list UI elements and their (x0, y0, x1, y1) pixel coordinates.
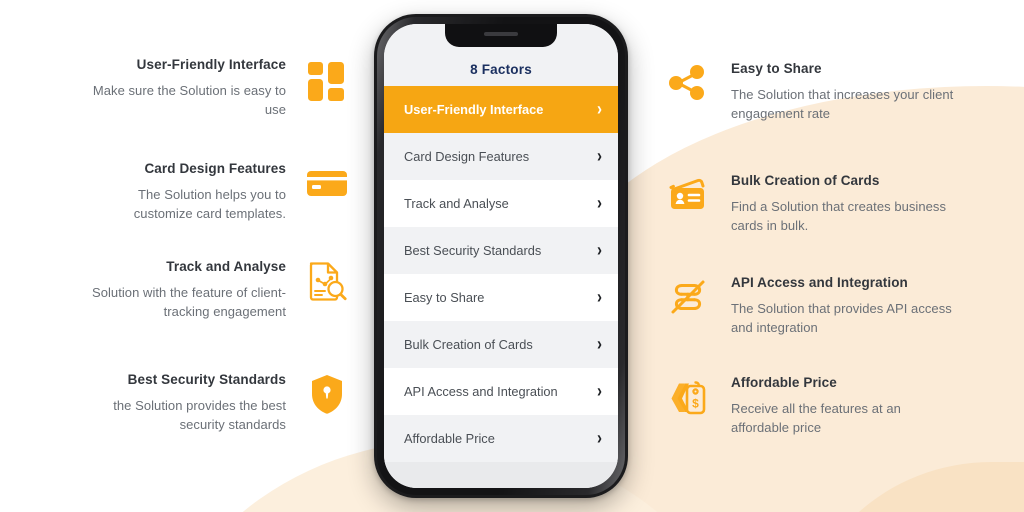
feature-text: Easy to Share The Solution that increase… (731, 60, 961, 123)
right-feature-column: Easy to Share The Solution that increase… (665, 0, 965, 512)
feature-description: the Solution provides the best security … (113, 398, 286, 432)
feature-description: The Solution that provides API access an… (731, 301, 952, 335)
feature-title: Best Security Standards (127, 372, 286, 387)
chevron-right-icon: › (597, 427, 602, 450)
feature-text: API Access and Integration The Solution … (731, 274, 961, 337)
chevron-right-icon: › (597, 145, 602, 168)
infographic-canvas: User-Friendly Interface Make sure the So… (0, 0, 1024, 512)
feature-text: Affordable Price Receive all the feature… (731, 374, 961, 437)
feature-text: Card Design Features The Solution helps … (86, 160, 286, 223)
list-bottom-filler (384, 462, 618, 488)
speaker-grille (484, 32, 518, 36)
list-item-easy-to-share[interactable]: Easy to Share › (384, 274, 618, 321)
list-item-card-design-features[interactable]: Card Design Features › (384, 133, 618, 180)
share-nodes-icon (665, 60, 711, 106)
feature-easy-to-share: Easy to Share The Solution that increase… (665, 60, 965, 123)
feature-title: Card Design Features (144, 161, 286, 176)
chevron-right-icon: › (597, 286, 602, 309)
phone-screen: 8 Factors User-Friendly Interface › Card… (384, 24, 618, 488)
feature-best-security-standards: Best Security Standards the Solution pro… (50, 371, 350, 434)
chevron-right-icon: › (597, 98, 602, 121)
screen-title: 8 Factors (470, 62, 532, 77)
feature-title: API Access and Integration (731, 275, 908, 290)
list-item-track-and-analyse[interactable]: Track and Analyse › (384, 180, 618, 227)
feature-description: The Solution that increases your client … (731, 87, 954, 121)
feature-api-access-and-integration: API Access and Integration The Solution … (665, 274, 965, 337)
feature-track-and-analyse: Track and Analyse Solution with the feat… (50, 258, 350, 321)
feature-text: Best Security Standards the Solution pro… (86, 371, 286, 434)
chevron-right-icon: › (597, 380, 602, 403)
document-analytics-icon (304, 258, 350, 304)
list-item-user-friendly-interface[interactable]: User-Friendly Interface › (384, 86, 618, 133)
factors-list: User-Friendly Interface › Card Design Fe… (384, 86, 618, 488)
feature-user-friendly-interface: User-Friendly Interface Make sure the So… (50, 56, 350, 119)
list-item-label: API Access and Integration (404, 384, 558, 399)
feature-card-design-features: Card Design Features The Solution helps … (50, 160, 350, 223)
list-item-label: Affordable Price (404, 431, 495, 446)
feature-description: The Solution helps you to customize card… (133, 187, 286, 221)
shield-lock-icon (304, 371, 350, 417)
feature-text: Bulk Creation of Cards Find a Solution t… (731, 172, 961, 235)
list-item-affordable-price[interactable]: Affordable Price › (384, 415, 618, 462)
feature-bulk-creation-of-cards: Bulk Creation of Cards Find a Solution t… (665, 172, 965, 235)
list-item-bulk-creation-of-cards[interactable]: Bulk Creation of Cards › (384, 321, 618, 368)
left-feature-column: User-Friendly Interface Make sure the So… (50, 0, 350, 512)
feature-title: Track and Analyse (166, 259, 286, 274)
svg-text:$: $ (692, 397, 699, 411)
list-item-best-security-standards[interactable]: Best Security Standards › (384, 227, 618, 274)
chevron-right-icon: › (597, 192, 602, 215)
list-item-label: Bulk Creation of Cards (404, 337, 533, 352)
feature-text: User-Friendly Interface Make sure the So… (86, 56, 286, 119)
api-integration-icon (665, 274, 711, 320)
feature-description: Receive all the features at an affordabl… (731, 401, 901, 435)
feature-title: User-Friendly Interface (136, 57, 286, 72)
feature-description: Solution with the feature of client-trac… (91, 285, 286, 319)
price-tags-icon: $ (665, 374, 711, 420)
list-item-label: User-Friendly Interface (404, 102, 544, 117)
list-item-label: Best Security Standards (404, 243, 542, 258)
phone-mockup: 8 Factors User-Friendly Interface › Card… (374, 14, 628, 498)
feature-description: Find a Solution that creates business ca… (731, 199, 947, 233)
credit-card-icon (304, 160, 350, 206)
feature-title: Easy to Share (731, 61, 822, 76)
list-item-label: Track and Analyse (404, 196, 509, 211)
list-item-label: Easy to Share (404, 290, 485, 305)
feature-text: Track and Analyse Solution with the feat… (86, 258, 286, 321)
phone-notch (445, 24, 557, 47)
chevron-right-icon: › (597, 239, 602, 262)
list-item-label: Card Design Features (404, 149, 530, 164)
chevron-right-icon: › (597, 333, 602, 356)
feature-title: Affordable Price (731, 375, 837, 390)
feature-description: Make sure the Solution is easy to use (92, 83, 286, 117)
id-cards-icon (665, 172, 711, 218)
grid-blocks-icon (304, 56, 350, 102)
feature-affordable-price: $ Affordable Price Receive all the featu… (665, 374, 965, 437)
feature-title: Bulk Creation of Cards (731, 173, 880, 188)
list-item-api-access-and-integration[interactable]: API Access and Integration › (384, 368, 618, 415)
